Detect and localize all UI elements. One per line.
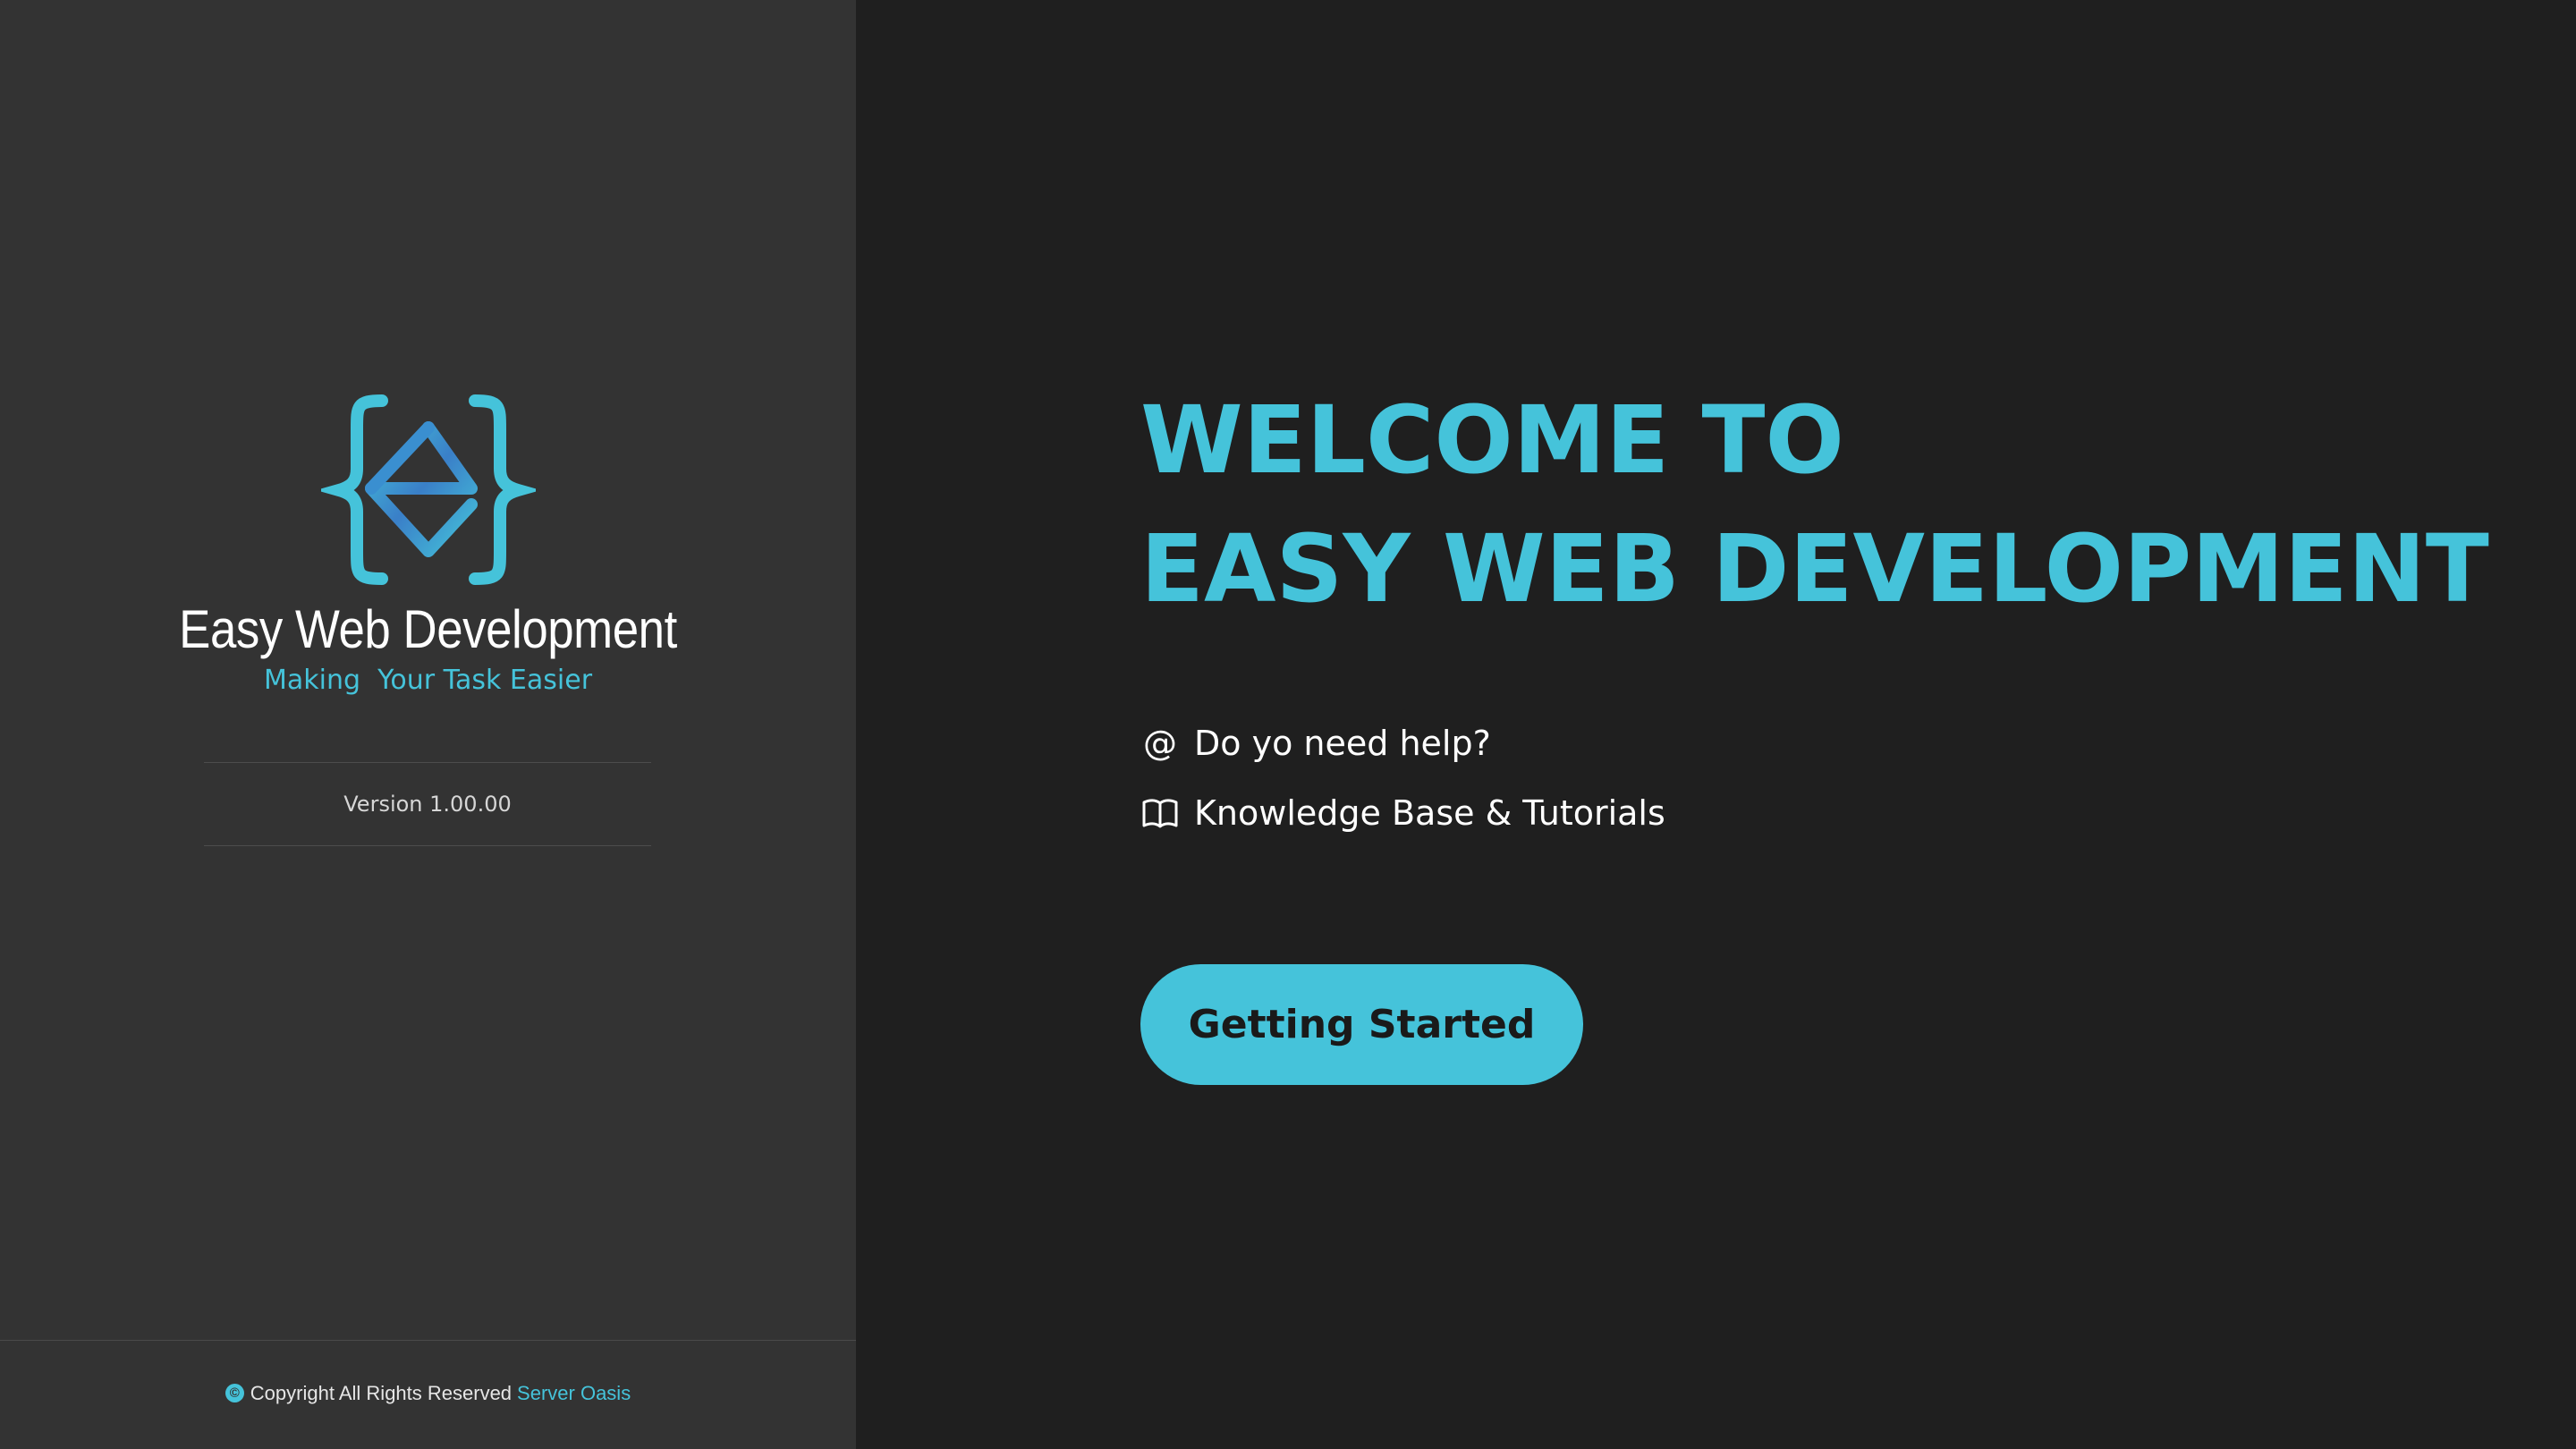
- at-icon: @: [1143, 724, 1177, 763]
- knowledge-base-label: Knowledge Base & Tutorials: [1194, 793, 1665, 833]
- tagline: Making Your Task Easier: [263, 665, 593, 696]
- knowledge-base-link[interactable]: Knowledge Base & Tutorials: [1140, 782, 1665, 844]
- book-icon: [1140, 797, 1180, 829]
- main-panel: WELCOME TO EASY WEB DEVELOPMENT @ Do yo …: [856, 0, 2576, 1449]
- welcome-title-line2: EASY WEB DEVELOPMENT: [1140, 514, 2489, 623]
- copyright-icon: ©: [225, 1384, 244, 1402]
- help-links: @ Do yo need help? Knowledge Base & Tuto…: [1140, 712, 1665, 852]
- copyright-text: Copyright All Rights Reserved: [250, 1381, 513, 1404]
- version-label: Version 1.00.00: [204, 762, 651, 846]
- logo-block: Easy Web Development Making Your Task Ea…: [0, 394, 856, 699]
- sidebar-footer: © Copyright All Rights Reserved Server O…: [0, 1340, 856, 1449]
- brand-name: Easy Web Development: [179, 599, 677, 659]
- sidebar: Easy Web Development Making Your Task Ea…: [0, 0, 856, 1449]
- logo-braces-icon: [320, 394, 536, 585]
- help-link-label: Do yo need help?: [1194, 724, 1491, 763]
- getting-started-button[interactable]: Getting Started: [1140, 964, 1583, 1085]
- welcome-title: WELCOME TO EASY WEB DEVELOPMENT: [1140, 376, 2489, 633]
- app-window: Easy Web Development Making Your Task Ea…: [0, 0, 2576, 1449]
- welcome-title-line1: WELCOME TO: [1140, 386, 1844, 495]
- help-link[interactable]: @ Do yo need help?: [1140, 712, 1665, 775]
- company-link[interactable]: Server Oasis: [517, 1382, 631, 1405]
